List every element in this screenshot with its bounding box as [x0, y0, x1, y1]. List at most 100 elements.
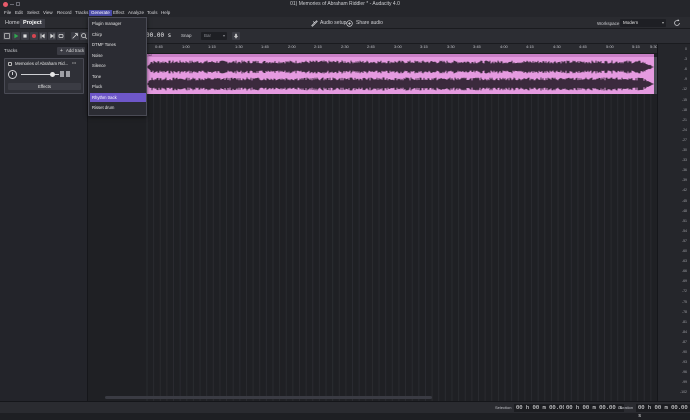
ruler-tick: 5:15 — [632, 44, 640, 49]
add-track-label: Add track — [66, 48, 85, 53]
meter-tick: -12 — [681, 87, 687, 92]
track-area[interactable] — [88, 54, 657, 401]
meter-tick: -39 — [681, 178, 687, 183]
meter-tick: -63 — [681, 259, 687, 264]
settings-button[interactable] — [3, 32, 11, 40]
ruler-tick: 4:15 — [526, 44, 534, 49]
plus-icon: + — [60, 48, 63, 54]
meter-tick: -9 — [683, 77, 687, 82]
generate-menu-item[interactable]: Noise — [90, 51, 146, 60]
menu-file[interactable]: File — [2, 10, 13, 16]
generate-menu-item[interactable]: DTMF Tones — [90, 40, 146, 49]
duration-time[interactable]: 00 h 00 m 00.00 s — [636, 404, 690, 419]
horizontal-scrollbar[interactable] — [105, 396, 432, 399]
selection-end-time[interactable]: 00 h 00 m 00.00 s — [564, 404, 625, 412]
snap-select[interactable]: Bar ▾ — [201, 32, 227, 40]
record-icon — [32, 34, 36, 38]
ruler-tick: 1:00 — [182, 44, 190, 49]
skip-end-button[interactable] — [48, 32, 56, 40]
generate-menu-item[interactable]: Rhythm track — [90, 92, 146, 102]
tracks-panel: Tracks + Add track — [0, 44, 88, 401]
track-name[interactable]: Memories of Abraham Rid... — [15, 61, 68, 66]
menu-record[interactable]: Record — [55, 10, 74, 16]
ruler-tick: 2:15 — [314, 44, 322, 49]
menu-generate[interactable]: Generate — [89, 10, 112, 16]
stop-icon — [23, 34, 27, 38]
tab-project[interactable]: Project — [20, 19, 45, 28]
ruler-tick: 3:45 — [473, 44, 481, 49]
generate-menu-item[interactable]: Pluck — [90, 82, 146, 91]
ruler-tick: 1:30 — [235, 44, 243, 49]
ruler-tick: 1:45 — [261, 44, 269, 49]
mute-icon[interactable] — [60, 71, 64, 77]
generate-menu: Plugin manager Chirp DTMF Tones Noise Silenc… — [88, 17, 147, 116]
settings-icon — [4, 33, 10, 39]
meter-tick: -60 — [681, 249, 687, 253]
ruler-tick: 3:15 — [420, 44, 428, 49]
audio-clip[interactable] — [147, 57, 654, 94]
skip-end-icon — [50, 33, 55, 39]
meter-tick: -93 — [681, 360, 687, 365]
microphone-button[interactable] — [232, 32, 240, 40]
meter-tick: -15 — [681, 97, 687, 102]
ruler-tick: 2:00 — [288, 44, 296, 49]
meter-tick: -81 — [681, 319, 687, 324]
skip-start-button[interactable] — [39, 32, 47, 40]
meter-tick: -30 — [681, 148, 687, 152]
grid-lines — [146, 94, 652, 401]
track-select-checkbox[interactable] — [8, 62, 12, 66]
ruler-tick: 2:30 — [341, 44, 349, 49]
share-audio-button[interactable]: Share audio — [356, 20, 383, 27]
generate-menu-item[interactable]: Risset drum — [90, 103, 146, 112]
ruler-tick: 4:30 — [553, 44, 561, 49]
workspace-refresh-icon[interactable] — [673, 19, 681, 27]
meter-tick: -102 — [679, 390, 687, 395]
generate-menu-item[interactable]: Tone — [90, 72, 146, 81]
add-track-button[interactable]: + Add track — [57, 47, 85, 55]
generate-menu-item[interactable]: Plugin manager — [90, 19, 146, 28]
track-card[interactable]: Memories of Abraham Rid... ••• Effects — [4, 58, 84, 94]
meter-tick: -48 — [681, 208, 687, 213]
meter-tick: -66 — [681, 269, 687, 274]
meter-tick: -87 — [681, 339, 687, 344]
ruler-tick: 3:00 — [394, 44, 402, 49]
menu-view[interactable]: View — [41, 10, 55, 16]
menu-edit[interactable]: Edit — [13, 10, 25, 16]
menu-bar: File Edit Select View Record Tracks Gene… — [0, 9, 690, 17]
loop-icon — [58, 34, 64, 38]
meter-tick: -57 — [681, 238, 687, 243]
meter-tick: -96 — [681, 370, 687, 375]
workspace-select[interactable]: Modern ▾ — [620, 19, 666, 27]
meter-tick: -75 — [681, 299, 687, 304]
tracks-panel-title: Tracks — [4, 48, 18, 53]
volume-slider-handle[interactable] — [50, 72, 55, 77]
menu-tracks[interactable]: Tracks — [73, 10, 90, 16]
zoom-button[interactable] — [80, 32, 88, 40]
menu-select[interactable]: Select — [25, 10, 42, 16]
menu-tools[interactable]: Tools — [145, 10, 160, 16]
timeline-ruler[interactable]: 0:45 1:00 1:15 1:30 1:45 2:00 2:15 2:30 … — [147, 44, 658, 54]
play-button[interactable] — [12, 32, 20, 40]
track-menu-icon[interactable]: ••• — [72, 60, 76, 65]
zoom-icon — [81, 33, 88, 40]
stop-button[interactable] — [21, 32, 29, 40]
menu-analyze[interactable]: Analyze — [126, 10, 146, 16]
loop-button[interactable] — [57, 32, 65, 40]
microphone-icon — [234, 33, 238, 39]
menu-help[interactable]: Help — [159, 10, 172, 16]
effects-button[interactable]: Effects — [8, 83, 81, 90]
audio-setup-button[interactable]: Audio setup — [320, 20, 346, 27]
zoom-fit-button[interactable] — [71, 32, 79, 40]
pan-knob[interactable] — [8, 70, 17, 79]
generate-menu-item[interactable]: Chirp — [90, 30, 146, 39]
generate-menu-item[interactable]: Silence — [90, 61, 146, 70]
meter-tick: -54 — [681, 228, 687, 233]
waveform-channel — [147, 60, 654, 74]
meter-tick: -51 — [681, 218, 687, 223]
meter-tick: -78 — [681, 309, 687, 314]
menu-effect[interactable]: Effect — [111, 10, 126, 16]
solo-icon[interactable] — [66, 71, 70, 77]
record-button[interactable] — [30, 32, 38, 40]
workspace-value: Modern — [623, 20, 639, 25]
play-icon — [14, 33, 19, 39]
